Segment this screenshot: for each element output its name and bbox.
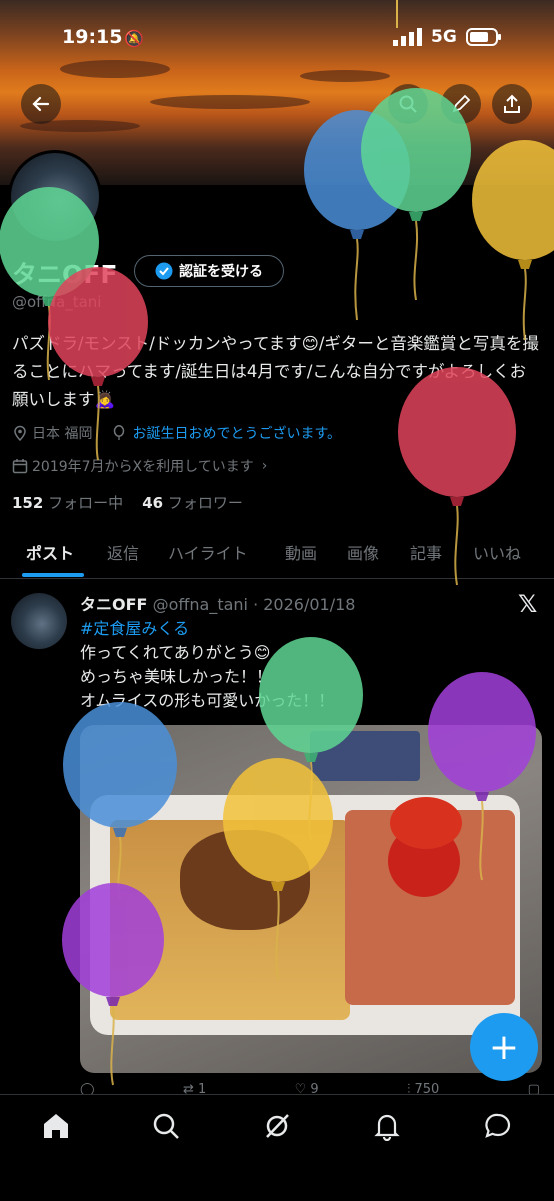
followers-label: フォロワー bbox=[167, 494, 243, 512]
tab-highlights[interactable]: ハイライト bbox=[168, 540, 248, 564]
post-line-2: めっちゃ美味しかった！！ bbox=[80, 667, 273, 686]
following-count: 152 bbox=[12, 494, 44, 512]
arrow-left-icon bbox=[32, 96, 50, 112]
profile-avatar[interactable] bbox=[8, 150, 102, 244]
plus-icon: + bbox=[488, 1026, 520, 1068]
location-pin-icon bbox=[14, 425, 26, 441]
status-time: 19:15 bbox=[62, 26, 123, 48]
post-photo[interactable] bbox=[80, 725, 542, 1073]
search-icon[interactable] bbox=[151, 1111, 181, 1141]
get-verified-button[interactable]: 認証を受ける bbox=[134, 255, 284, 287]
tab-videos[interactable]: 動画 bbox=[285, 540, 317, 564]
battery-icon bbox=[466, 28, 501, 46]
profile-name: タニOFF bbox=[12, 260, 118, 289]
post-avatar[interactable] bbox=[11, 593, 67, 649]
network-type: 5G bbox=[431, 27, 457, 47]
post-hashtag[interactable]: #定食屋みくる bbox=[80, 617, 334, 641]
x-logo-icon: 𝕏 bbox=[518, 590, 538, 618]
joined-text: 2019年7月からXを利用しています bbox=[32, 459, 254, 475]
tab-articles[interactable]: 記事 bbox=[410, 540, 442, 564]
post-line-3: オムライスの形も可愛いかった！！ bbox=[80, 691, 335, 710]
signal-icon bbox=[393, 28, 422, 46]
profile-bio: パズドラ/モンスト/ドッカンやってます😊/ギターと音楽鑑賞と写真を撮ることにハマ… bbox=[12, 334, 539, 409]
tomato-2 bbox=[390, 797, 462, 849]
birthday-link[interactable]: お誕生日おめでとうございます。 bbox=[132, 423, 341, 443]
search-icon bbox=[399, 95, 417, 113]
search-button[interactable] bbox=[388, 84, 428, 124]
tab-replies[interactable]: 返信 bbox=[107, 540, 139, 564]
get-verified-label: 認証を受ける bbox=[179, 264, 263, 280]
message-icon[interactable] bbox=[483, 1111, 513, 1141]
profile-meta-joined[interactable]: 2019年7月からXを利用しています › bbox=[12, 456, 267, 476]
post-header: タニOFF @offna_tani · 2026/01/18 bbox=[80, 591, 355, 615]
bell-icon[interactable] bbox=[372, 1111, 402, 1141]
grok-icon[interactable] bbox=[262, 1111, 292, 1141]
post-text: #定食屋みくる 作ってくれてありがとう😊 めっちゃ美味しかった！！ オムライスの… bbox=[80, 617, 334, 713]
share-icon bbox=[504, 94, 520, 113]
bell-muted-icon: 🔕 bbox=[124, 29, 144, 48]
profile-meta-location: 日本 福岡 お誕生日おめでとうございます。 bbox=[12, 423, 341, 443]
post-line-1: 作ってくれてありがとう😊 bbox=[80, 643, 271, 662]
bottom-nav bbox=[0, 1094, 554, 1201]
active-tab-indicator bbox=[22, 573, 84, 577]
edit-button[interactable] bbox=[441, 84, 481, 124]
tab-media[interactable]: 画像 bbox=[347, 540, 379, 564]
following-label: フォロー中 bbox=[48, 494, 124, 512]
back-button[interactable] bbox=[21, 84, 61, 124]
post-author[interactable]: タニOFF bbox=[80, 595, 147, 614]
figure-card bbox=[310, 731, 420, 781]
pencil-icon bbox=[452, 94, 471, 113]
followers-link[interactable]: 46 フォロワー bbox=[142, 494, 243, 512]
following-link[interactable]: 152 フォロー中 bbox=[12, 494, 123, 512]
verified-badge-icon bbox=[155, 262, 173, 280]
profile-handle: @offna_tani bbox=[12, 293, 102, 311]
balloon-icon bbox=[114, 425, 125, 440]
karaage bbox=[180, 830, 310, 930]
post-handle-date: @offna_tani · 2026/01/18 bbox=[152, 595, 356, 614]
compose-button[interactable]: + bbox=[470, 1013, 538, 1081]
calendar-icon bbox=[12, 459, 28, 474]
tab-likes[interactable]: いいね bbox=[473, 540, 521, 564]
follow-counts: 152 フォロー中 46 フォロワー bbox=[12, 492, 243, 513]
profile-tabs: ポスト 返信 ハイライト 動画 画像 記事 いいね bbox=[0, 530, 554, 579]
share-button[interactable] bbox=[492, 84, 532, 124]
followers-count: 46 bbox=[142, 494, 164, 512]
chevron-right-icon: › bbox=[261, 458, 268, 474]
location-text: 日本 福岡 bbox=[32, 426, 93, 442]
home-icon[interactable] bbox=[41, 1111, 71, 1141]
tab-posts[interactable]: ポスト bbox=[26, 540, 74, 564]
